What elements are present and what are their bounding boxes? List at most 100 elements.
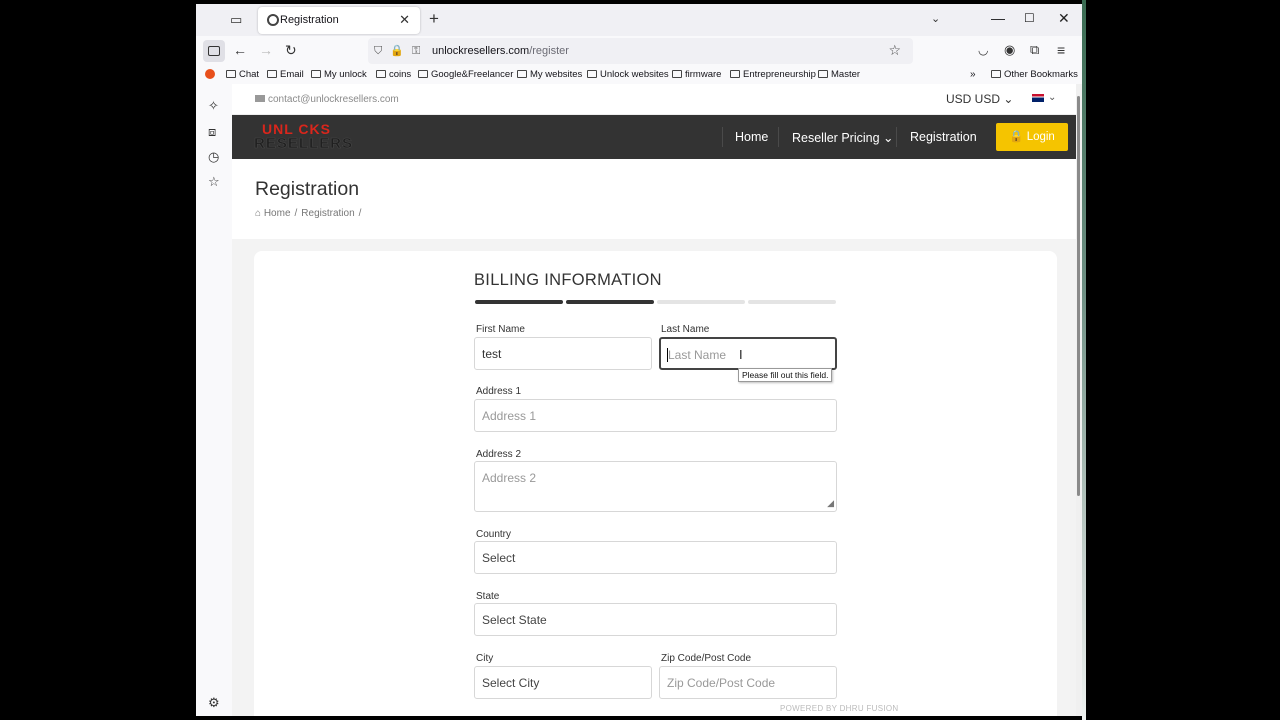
breadcrumb: ⌂ Home / Registration / xyxy=(255,208,362,219)
bookmarks-overflow-icon[interactable]: » xyxy=(970,69,976,80)
forward-icon[interactable]: → xyxy=(259,42,273,58)
close-tab-icon[interactable]: ✕ xyxy=(399,12,410,28)
bookmark-label: Master xyxy=(831,69,861,80)
folder-icon xyxy=(818,70,828,78)
state-select[interactable]: Select State xyxy=(474,603,837,636)
close-window-icon[interactable]: ✕ xyxy=(1058,10,1070,27)
pocket-icon[interactable]: ◡ xyxy=(978,43,988,57)
nav-registration[interactable]: Registration xyxy=(910,130,977,144)
nav-divider xyxy=(896,127,897,147)
sidebar-settings-icon[interactable]: ⚙ xyxy=(208,695,220,711)
breadcrumb-current[interactable]: Registration xyxy=(301,208,354,219)
currency-selector[interactable]: USD USD ⌄ xyxy=(946,92,1013,106)
address1-label: Address 1 xyxy=(476,386,522,397)
tab-registration[interactable]: Registration ✕ xyxy=(258,7,420,34)
bookmark-entrepreneurship[interactable]: Entrepreneurship xyxy=(730,69,816,80)
breadcrumb-home[interactable]: Home xyxy=(264,208,291,219)
city-select[interactable]: Select City xyxy=(474,666,652,699)
new-tab-icon[interactable]: + xyxy=(429,9,439,29)
country-select[interactable]: Select xyxy=(474,541,837,574)
last-name-placeholder: Last Name xyxy=(668,348,727,362)
menu-icon[interactable]: ≡ xyxy=(1057,42,1065,58)
maximize-icon[interactable]: ☐ xyxy=(1024,11,1035,25)
ai-chatbot-icon[interactable]: ✧ xyxy=(208,98,219,114)
last-name-input[interactable]: Last Name I xyxy=(659,337,837,370)
login-label: Login xyxy=(1026,131,1055,143)
web-page: contact@unlockresellers.com USD USD ⌄ ⌄ … xyxy=(232,84,1076,716)
city-value: Select City xyxy=(482,676,540,690)
resize-handle-icon[interactable]: ◢ xyxy=(827,498,834,509)
chevron-down-icon[interactable]: ⌄ xyxy=(931,12,940,25)
nav-reseller-pricing[interactable]: Reseller Pricing ⌄ xyxy=(792,130,894,145)
city-label: City xyxy=(476,653,494,664)
bookmarks-star-icon[interactable]: ☆ xyxy=(208,174,220,190)
bookmark-label: firmware xyxy=(685,69,722,80)
login-button[interactable]: 🔒 Login xyxy=(996,123,1068,151)
folder-icon xyxy=(587,70,597,78)
page-title: Registration xyxy=(255,178,360,200)
bookmark-google-freelancer[interactable]: Google&Freelancer xyxy=(418,69,513,80)
cpanel-logo-icon[interactable] xyxy=(205,69,215,79)
other-bookmarks[interactable]: Other Bookmarks xyxy=(991,69,1078,80)
address2-placeholder: Address 2 xyxy=(482,471,537,485)
bookmark-coins[interactable]: coins xyxy=(376,69,411,80)
content-area: BILLING INFORMATION First Name test Last… xyxy=(232,239,1076,716)
folder-icon xyxy=(311,70,321,78)
account-icon[interactable]: ◉ xyxy=(1004,42,1015,58)
minimize-icon[interactable]: — xyxy=(991,10,1005,26)
folder-icon xyxy=(418,70,428,78)
country-label: Country xyxy=(476,529,512,540)
bookmark-email[interactable]: Email xyxy=(267,69,304,80)
progress-step-1 xyxy=(475,300,563,304)
tab-title: Registration xyxy=(280,14,339,26)
site-logo-bottom[interactable]: RESELLERS xyxy=(254,135,353,153)
nav-home[interactable]: Home xyxy=(735,130,768,144)
tab-list-icon[interactable]: ▭ xyxy=(230,12,246,28)
extensions-icon[interactable]: ⧉ xyxy=(1030,42,1039,58)
chevron-down-icon: ⌄ xyxy=(883,131,894,145)
country-value: Select xyxy=(482,551,516,565)
tab-strip: ▭ Registration ✕ + ⌄ — ☐ ✕ xyxy=(196,4,1082,36)
progress-step-4 xyxy=(748,300,836,304)
chevron-down-icon[interactable]: ⌄ xyxy=(1048,92,1056,103)
zip-input[interactable]: Zip Code/Post Code xyxy=(659,666,837,699)
folder-icon xyxy=(267,70,277,78)
bookmark-star-icon[interactable]: ☆ xyxy=(888,42,901,59)
site-topbar: contact@unlockresellers.com USD USD ⌄ ⌄ xyxy=(232,84,1076,115)
url-text[interactable]: unlockresellers.com/register xyxy=(432,45,569,57)
bookmark-my-websites[interactable]: My websites xyxy=(517,69,582,80)
progress-step-2 xyxy=(566,300,654,304)
bookmark-master[interactable]: Master xyxy=(818,69,860,80)
address1-input[interactable]: Address 1 xyxy=(474,399,837,432)
bookmark-my-unlock[interactable]: My unlock xyxy=(311,69,367,80)
navigation-toolbar: ← → ↻ ⛉🔒⚿ unlockresellers.com/register ☆… xyxy=(196,36,1082,66)
contact-email[interactable]: contact@unlockresellers.com xyxy=(255,94,399,105)
first-name-input[interactable]: test xyxy=(474,337,652,370)
text-cursor-icon: I xyxy=(739,347,743,362)
reload-icon[interactable]: ↻ xyxy=(285,42,297,59)
url-host: unlockresellers.com xyxy=(432,45,530,57)
bookmark-label: My websites xyxy=(530,69,583,80)
address-bar[interactable]: ⛉🔒⚿ unlockresellers.com/register ☆ xyxy=(368,38,913,64)
scrollbar-thumb[interactable] xyxy=(1077,96,1080,496)
first-name-value: test xyxy=(482,347,502,361)
bookmark-unlock-websites[interactable]: Unlock websites xyxy=(587,69,669,80)
bookmark-label: Unlock websites xyxy=(600,69,669,80)
bookmark-chat[interactable]: Chat xyxy=(226,69,259,80)
address2-textarea[interactable]: Address 2 ◢ xyxy=(474,461,837,512)
synced-tabs-icon[interactable]: ⧈ xyxy=(208,124,216,140)
bookmark-label: Other Bookmarks xyxy=(1004,69,1078,80)
state-value: Select State xyxy=(482,613,547,627)
envelope-icon xyxy=(255,95,265,102)
bookmark-firmware[interactable]: firmware xyxy=(672,69,721,80)
sidebar-toggle-icon[interactable] xyxy=(203,40,225,62)
history-icon[interactable]: ◷ xyxy=(208,149,219,165)
bookmark-label: Chat xyxy=(239,69,260,80)
lock-icon: 🔒 xyxy=(1009,131,1024,143)
zip-label: Zip Code/Post Code xyxy=(661,653,752,664)
home-icon: ⌂ xyxy=(255,208,262,219)
back-icon[interactable]: ← xyxy=(233,42,247,58)
uk-flag-icon[interactable] xyxy=(1032,94,1044,102)
page-scrollbar[interactable] xyxy=(1076,84,1082,716)
nav-reseller-pricing-label: Reseller Pricing xyxy=(792,131,880,145)
